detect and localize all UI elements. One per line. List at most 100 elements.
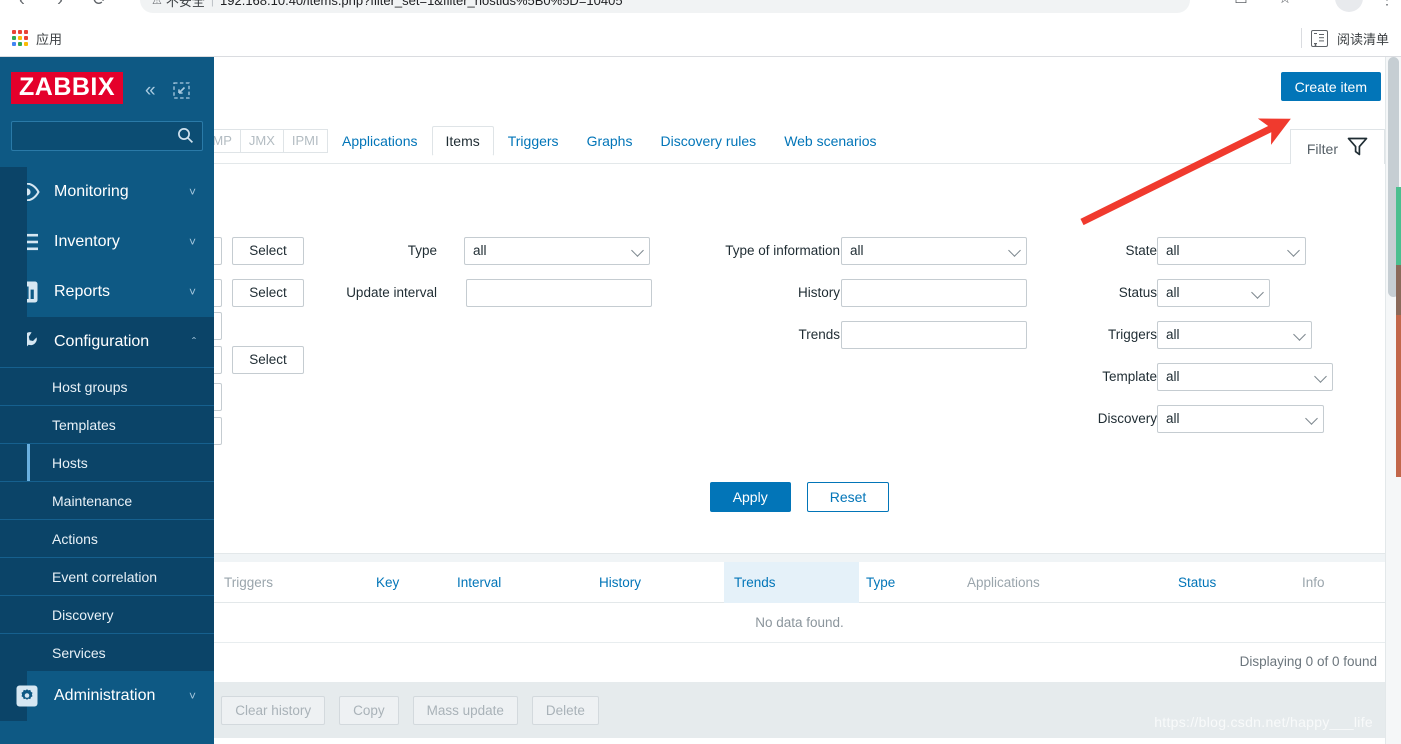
star-icon[interactable]: ☆ (1272, 0, 1298, 12)
sidebar-item-host-groups[interactable]: Host groups (0, 367, 214, 405)
input-trends[interactable] (841, 321, 1027, 349)
sidebar-submenu-configuration: Host groups Templates Hosts Maintenance … (0, 167, 214, 721)
sidebar-item-templates[interactable]: Templates (0, 405, 214, 443)
apply-button[interactable]: Apply (709, 482, 791, 512)
chevron-down-icon (1293, 328, 1306, 341)
sidebar-nav: Monitoring ˅ Inventory ˅ Reports ˅ Confi… (0, 167, 214, 721)
main-content: Create item NMP JMX IPMI Applications It… (150, 57, 1401, 744)
apps-shortcut[interactable]: 应用 (12, 26, 62, 50)
delete-button[interactable]: Delete (531, 695, 599, 725)
input-update-interval[interactable] (466, 279, 652, 307)
chevron-down-icon (1008, 244, 1021, 257)
search-icon[interactable] (177, 127, 194, 149)
tab-web-scenarios[interactable]: Web scenarios (770, 126, 890, 156)
select-discovery[interactable]: all (1157, 405, 1324, 433)
tab-triggers[interactable]: Triggers (494, 126, 573, 156)
back-arrow-icon[interactable]: ‹ (8, 0, 36, 14)
select-status-value: all (1166, 285, 1180, 300)
search-input[interactable] (12, 122, 172, 150)
sidebar-item-maintenance[interactable]: Maintenance (0, 481, 214, 519)
empty-state-row: No data found. (214, 603, 1385, 643)
label-discovery: Discovery (1097, 411, 1157, 426)
chevron-down-icon (1305, 412, 1318, 425)
host-protocol-badges: NMP JMX IPMI (194, 129, 328, 153)
select-status[interactable]: all (1157, 279, 1270, 307)
sidebar-item-label: Administration (54, 687, 156, 704)
browser-chrome: ‹ › ⟳ ⚠ 不安全 | 192.168.10.40/items.php?fi… (0, 0, 1401, 57)
copy-button[interactable]: Copy (339, 695, 399, 725)
sidebar-item-configuration[interactable]: Configuration ˆ (0, 317, 214, 367)
sidebar-item-label: Configuration (54, 333, 150, 350)
column-key[interactable]: Key (376, 562, 399, 603)
chevron-down-icon: ˅ (188, 235, 196, 249)
column-type[interactable]: Type (866, 562, 895, 603)
tab-items[interactable]: Items (431, 126, 494, 156)
tab-discovery-rules[interactable]: Discovery rules (646, 126, 770, 156)
sidebar: ZABBIX « Monitoring ˅ Inventory ˅ Report… (0, 57, 214, 744)
create-item-button[interactable]: Create item (1280, 72, 1381, 101)
select-button-hosts[interactable]: Select (232, 279, 304, 307)
page-header: Create item (214, 57, 1385, 119)
collapse-sidebar-icon[interactable]: « (145, 81, 156, 100)
column-trends[interactable]: Trends (734, 562, 776, 603)
select-template[interactable]: all (1157, 363, 1333, 391)
mass-update-button[interactable]: Mass update (412, 695, 518, 725)
reading-list-icon[interactable] (1310, 29, 1328, 47)
sidebar-item-actions[interactable]: Actions (0, 519, 214, 557)
select-button-host-groups[interactable]: Select (232, 237, 304, 265)
cast-icon[interactable]: ☐ (1228, 0, 1254, 12)
column-history[interactable]: History (599, 562, 641, 603)
select-type-of-information-value: all (850, 243, 864, 258)
sidebar-search-box[interactable] (11, 121, 203, 151)
sidebar-item-administration[interactable]: Administration ˅ (0, 671, 214, 721)
sidebar-header: ZABBIX « (0, 57, 214, 119)
chevron-down-icon: ˅ (188, 185, 196, 199)
url-text: 192.168.10.40/items.php?filter_set=1&fil… (220, 0, 623, 8)
divider (1300, 28, 1302, 48)
reload-icon[interactable]: ⟳ (86, 0, 114, 14)
submenu-label: Event correlation (52, 568, 158, 585)
chevron-down-icon (631, 244, 644, 257)
sidebar-item-inventory[interactable]: Inventory ˅ (0, 217, 214, 267)
sidebar-item-services[interactable]: Services (0, 633, 214, 671)
submenu-label: Discovery (52, 606, 114, 623)
select-type[interactable]: all (464, 237, 650, 265)
clear-history-button[interactable]: Clear history (221, 695, 326, 725)
filter-panel: Select Select Select Type all Update int… (200, 164, 1385, 554)
chevron-down-icon (1251, 286, 1264, 299)
watermark: https://blog.csdn.net/happy___life (1154, 714, 1373, 730)
sidebar-item-hosts[interactable]: Hosts (0, 443, 214, 481)
reset-button[interactable]: Reset (806, 482, 890, 512)
kebab-menu-icon[interactable]: ⋮ (1378, 0, 1396, 12)
input-history[interactable] (841, 279, 1027, 307)
results-count: Displaying 0 of 0 found (214, 643, 1385, 680)
forward-arrow-icon[interactable]: › (46, 0, 74, 14)
column-interval[interactable]: Interval (457, 562, 501, 603)
tab-graphs[interactable]: Graphs (573, 126, 647, 156)
select-type-value: all (473, 243, 487, 258)
chevron-up-icon: ˆ (192, 335, 196, 349)
results-count-text: Displaying 0 of 0 found (1239, 654, 1377, 669)
tab-applications[interactable]: Applications (328, 126, 432, 156)
sidebar-item-reports[interactable]: Reports ˅ (0, 267, 214, 317)
sidebar-item-discovery[interactable]: Discovery (0, 595, 214, 633)
submenu-label: Actions (52, 530, 98, 547)
label-triggers: Triggers (1107, 327, 1157, 342)
zabbix-logo[interactable]: ZABBIX (11, 72, 124, 104)
url-bar[interactable]: ⚠ 不安全 | 192.168.10.40/items.php?filter_s… (140, 0, 1190, 13)
select-button-application[interactable]: Select (232, 346, 304, 374)
security-warning-text: 不安全 (165, 0, 205, 9)
submenu-label: Maintenance (52, 492, 133, 509)
reading-list-label[interactable]: 阅读清单 (1337, 29, 1389, 48)
bookmarks-bar-right: 阅读清单 (1300, 25, 1389, 51)
select-state[interactable]: all (1157, 237, 1306, 265)
sidebar-item-event-correlation[interactable]: Event correlation (0, 557, 214, 595)
sidebar-item-label: Reports (54, 283, 111, 300)
select-type-of-information[interactable]: all (841, 237, 1027, 265)
sidebar-item-monitoring[interactable]: Monitoring ˅ (0, 167, 214, 217)
filter-actions: Apply Reset (214, 482, 1385, 512)
select-triggers[interactable]: all (1157, 321, 1312, 349)
column-status[interactable]: Status (1178, 562, 1216, 603)
hide-sidebar-icon[interactable] (173, 82, 190, 99)
label-type-of-information: Type of information (725, 243, 840, 258)
